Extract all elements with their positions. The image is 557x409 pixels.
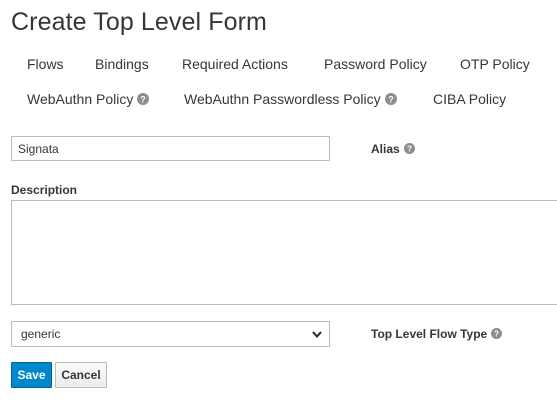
tab-label: OTP Policy [460, 56, 530, 72]
page-title: Create Top Level Form [11, 8, 267, 36]
description-label: Description [11, 183, 77, 197]
description-label-text: Description [11, 183, 78, 197]
alias-label-text: Alias [371, 142, 400, 156]
tab-label: Password Policy [324, 56, 427, 72]
flow-type-select[interactable]: generic [11, 321, 330, 347]
tab-label: Flows [27, 56, 64, 72]
flow-type-label-text: Top Level Flow Type [371, 327, 488, 341]
svg-text:?: ? [407, 145, 412, 154]
svg-text:?: ? [494, 330, 499, 339]
tab-label: WebAuthn Policy [27, 91, 134, 107]
description-textarea[interactable] [11, 200, 557, 305]
help-icon[interactable]: ? [137, 93, 150, 105]
tab-webauthn-passwordless-policy[interactable]: WebAuthn Passwordless Policy ? [184, 91, 397, 107]
save-button[interactable]: Save [11, 362, 52, 388]
tab-ciba-policy[interactable]: CIBA Policy [433, 91, 506, 107]
tab-password-policy[interactable]: Password Policy [324, 56, 427, 72]
alias-input[interactable] [11, 136, 330, 161]
tab-label: WebAuthn Passwordless Policy [184, 91, 381, 107]
tab-required-actions[interactable]: Required Actions [182, 56, 288, 72]
help-icon[interactable]: ? [384, 93, 397, 105]
help-icon[interactable]: ? [491, 328, 503, 340]
svg-text:?: ? [141, 94, 147, 104]
tab-bindings[interactable]: Bindings [95, 56, 149, 72]
alias-label: Alias ? [371, 142, 416, 156]
chevron-down-icon [312, 331, 322, 339]
tab-otp-policy[interactable]: OTP Policy [460, 56, 530, 72]
tab-label: Required Actions [182, 56, 288, 72]
help-icon[interactable]: ? [403, 143, 416, 155]
cancel-button[interactable]: Cancel [55, 362, 107, 388]
flow-type-label: Top Level Flow Type ? [371, 327, 503, 341]
tab-label: Bindings [95, 56, 149, 72]
flow-type-value: generic [21, 327, 61, 341]
svg-text:?: ? [388, 94, 394, 104]
tab-flows[interactable]: Flows [27, 56, 64, 72]
tab-webauthn-policy[interactable]: WebAuthn Policy ? [27, 91, 150, 107]
tab-label: CIBA Policy [433, 91, 507, 107]
